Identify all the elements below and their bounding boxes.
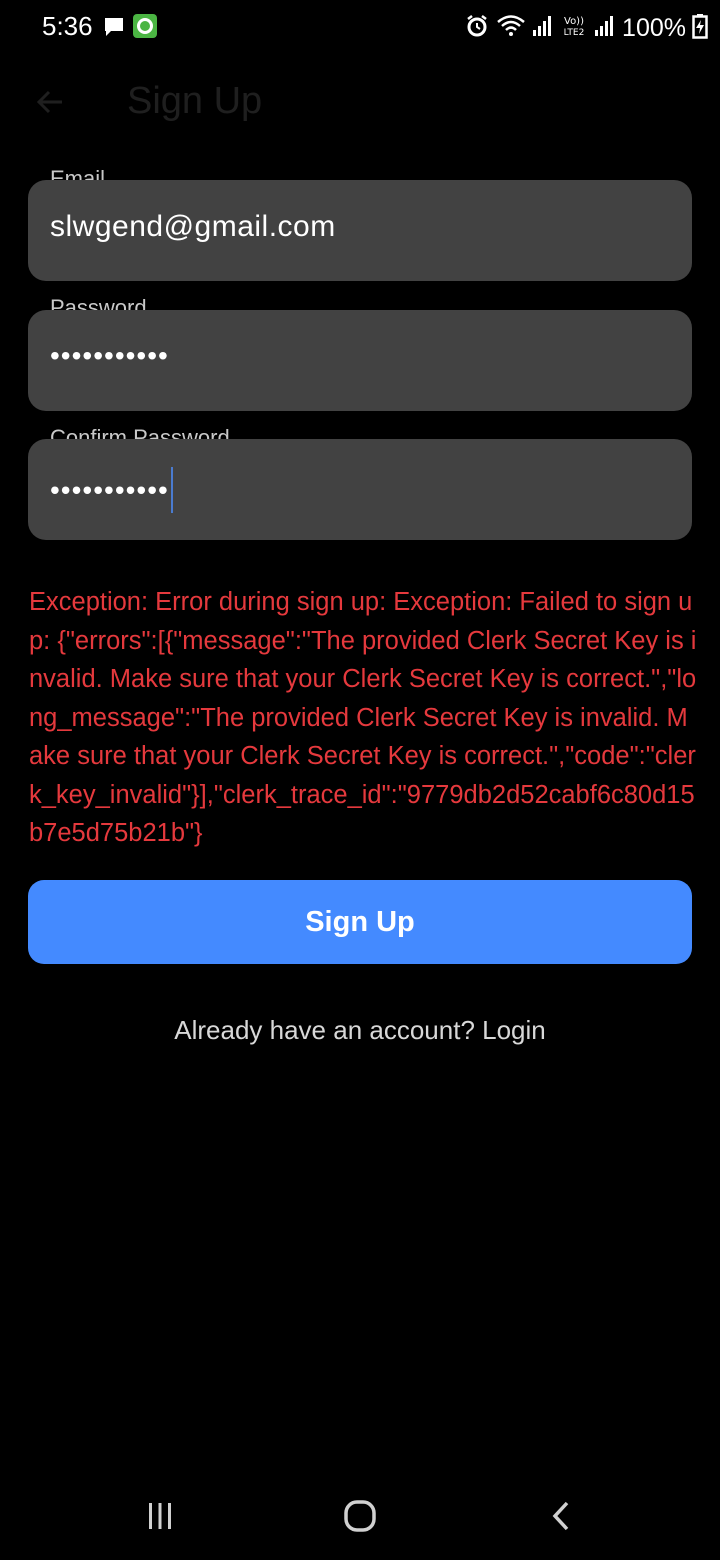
confirm-password-value-wrap: ••••••••••• [50,467,173,515]
signal-icon-2 [594,14,616,43]
email-value: slwgend@gmail.com [50,210,336,243]
recent-apps-button[interactable] [140,1498,180,1538]
battery-percent: 100% [622,13,686,42]
system-back-button[interactable] [542,1498,582,1538]
arrow-left-icon [34,86,66,123]
confirm-password-field[interactable]: ••••••••••• [28,439,692,540]
home-button[interactable] [340,1498,380,1538]
recent-apps-icon [143,1499,177,1538]
back-button[interactable] [24,78,76,130]
battery-charging-icon [692,13,708,44]
app-bar: Sign Up [0,60,720,148]
back-icon [545,1499,579,1538]
text-caret [170,467,173,513]
system-nav-bar [0,1470,720,1560]
signup-button-label: Sign Up [305,905,415,938]
email-field[interactable]: slwgend@gmail.com [28,180,692,281]
wifi-icon [496,13,526,44]
message-icon [103,16,125,38]
password-value: ••••••••••• [50,340,169,371]
signup-button[interactable]: Sign Up [28,880,692,964]
status-bar: 5:36 Vo)) LTE2 100% [0,0,720,56]
password-field[interactable]: ••••••••••• [28,310,692,411]
confirm-password-value: ••••••••••• [50,474,169,506]
svg-text:LTE2: LTE2 [564,28,585,38]
volte-icon: Vo)) LTE2 [560,14,588,43]
alarm-icon [464,13,490,44]
app-notification-icon [133,14,157,38]
svg-text:Vo)): Vo)) [564,16,584,27]
home-icon [342,1498,378,1539]
login-link[interactable]: Already have an account? Login [0,1015,720,1046]
status-icons: Vo)) LTE2 100% [464,8,708,48]
page-title: Sign Up [127,80,263,122]
error-message: Exception: Error during sign up: Excepti… [29,588,697,847]
status-time: 5:36 [42,11,93,41]
signal-icon [532,14,554,43]
